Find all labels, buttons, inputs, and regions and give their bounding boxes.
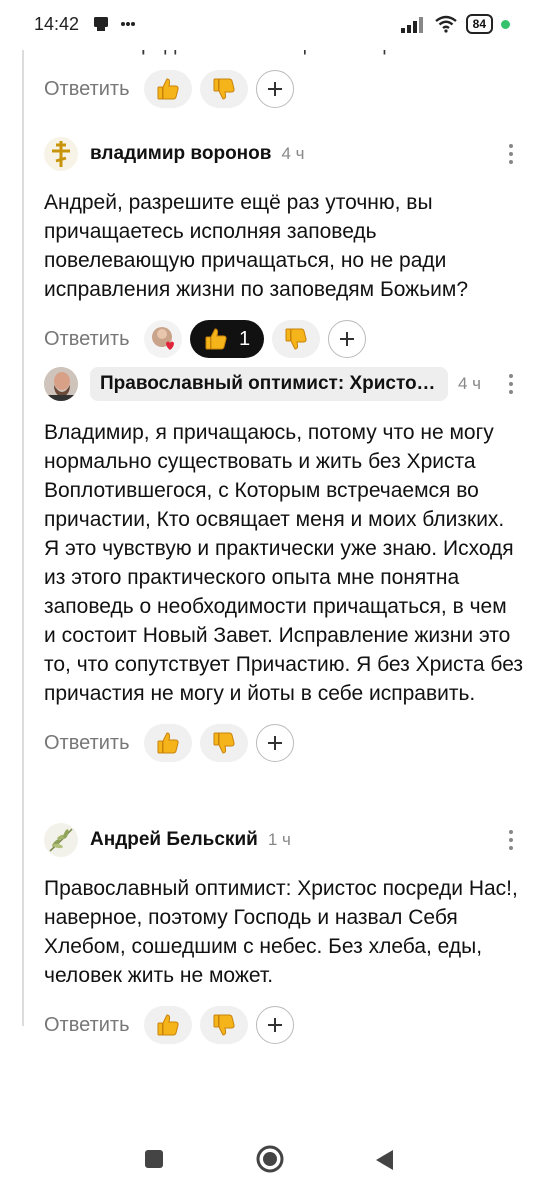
- comment: Андрей Бельский 1 ч Православный оптимис…: [44, 818, 524, 1044]
- add-reaction-button[interactable]: [255, 70, 294, 108]
- dislike-button[interactable]: [199, 70, 248, 108]
- thumbs-up-icon: [157, 732, 179, 754]
- like-button[interactable]: [143, 70, 192, 108]
- thumbs-up-icon: [205, 328, 227, 350]
- status-bar: 14:42 84: [0, 0, 540, 50]
- reply-button[interactable]: Ответить: [44, 328, 130, 351]
- like-button-active[interactable]: 1: [189, 320, 264, 358]
- comment-author[interactable]: Андрей Бельский: [90, 829, 258, 851]
- battery-indicator: 84: [465, 14, 493, 34]
- add-reaction-button[interactable]: [327, 320, 366, 358]
- thumbs-up-icon: [157, 1014, 179, 1036]
- reactor-avatar-icon: [151, 327, 174, 350]
- reply-button[interactable]: Ответить: [44, 78, 130, 101]
- more-options-icon[interactable]: [508, 144, 514, 164]
- comment-text: Православный оптимист: Христос посреди Н…: [44, 877, 518, 987]
- back-icon[interactable]: [373, 1148, 395, 1172]
- user-photo-icon: [44, 367, 78, 401]
- reactor-avatar: [143, 320, 182, 358]
- like-button[interactable]: [143, 1006, 192, 1044]
- thumbs-up-icon: [157, 78, 179, 100]
- like-count: 1: [238, 327, 251, 350]
- add-reaction-button[interactable]: [255, 1006, 294, 1044]
- plus-icon: [267, 1018, 282, 1032]
- system-nav-bar: [0, 1130, 540, 1200]
- comment-time: 1 ч: [267, 830, 291, 849]
- add-reaction-button[interactable]: [255, 724, 294, 762]
- more-options-icon[interactable]: [508, 830, 514, 850]
- home-icon[interactable]: [255, 1144, 285, 1174]
- comment-text: Андрей, разрешите ещё раз уточню, вы при…: [44, 191, 469, 301]
- plus-icon: [339, 332, 354, 346]
- avatar[interactable]: [44, 137, 78, 171]
- reply-button[interactable]: Ответить: [44, 732, 130, 755]
- status-time: 14:42: [34, 14, 80, 34]
- wifi-icon: [434, 15, 457, 33]
- dislike-button[interactable]: [199, 1006, 248, 1044]
- thread-line: [22, 50, 24, 1026]
- avatar[interactable]: [44, 367, 78, 401]
- comment-time: 4 ч: [281, 144, 305, 163]
- comment-text: Владимир, я причащаюсь, потому что не мо…: [44, 421, 524, 705]
- recent-apps-icon[interactable]: [143, 1148, 165, 1170]
- dislike-button[interactable]: [271, 320, 320, 358]
- like-button[interactable]: [143, 724, 192, 762]
- more-notifications-icon: [121, 22, 135, 26]
- notification-icon: [94, 17, 108, 31]
- thumbs-down-icon: [213, 78, 235, 100]
- status-dot: [501, 19, 510, 29]
- plus-icon: [267, 82, 282, 96]
- reply-button[interactable]: Ответить: [44, 1014, 130, 1037]
- dislike-button[interactable]: [199, 724, 248, 762]
- thumbs-down-icon: [213, 1014, 235, 1036]
- comment: Православный оптимист: Христос посреди Н…: [44, 362, 524, 762]
- previous-comment-actions: Ответить: [44, 56, 524, 108]
- comment-author[interactable]: Православный оптимист: Христос посреди Н…: [90, 367, 448, 401]
- plus-icon: [267, 736, 282, 750]
- comment-author[interactable]: владимир воронов: [90, 143, 271, 165]
- signal-icon: [400, 17, 423, 33]
- comment-time: 4 ч: [458, 374, 482, 393]
- olive-branch-icon: [49, 828, 73, 852]
- avatar[interactable]: [44, 823, 78, 857]
- thumbs-down-icon: [285, 328, 307, 350]
- more-options-icon[interactable]: [508, 374, 514, 394]
- thumbs-down-icon: [213, 732, 235, 754]
- comment: владимир воронов 4 ч Андрей, разрешите е…: [44, 132, 524, 358]
- orthodox-cross-icon: [52, 141, 70, 167]
